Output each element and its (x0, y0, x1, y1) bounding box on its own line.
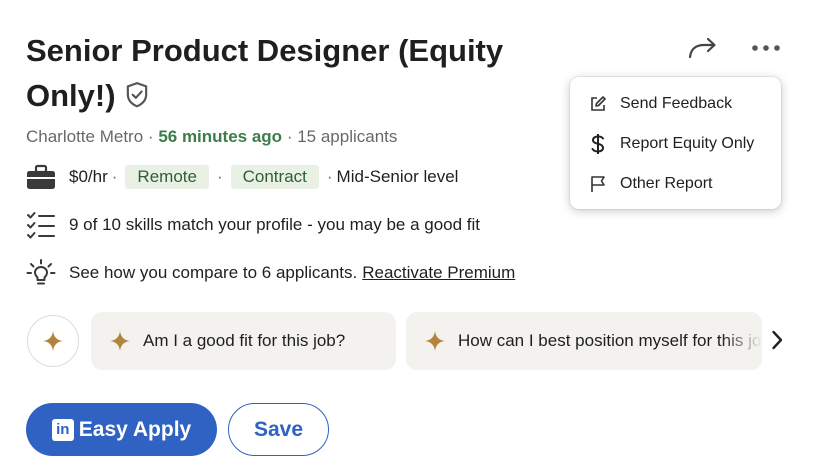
job-meta: Charlotte Metro · 56 minutes ago · 15 ap… (26, 126, 397, 148)
chip-fade-overlay (722, 312, 762, 370)
menu-item-report-equity-only[interactable]: Report Equity Only (570, 124, 781, 164)
applicant-count: 15 applicants (297, 127, 398, 146)
ai-prompt-chip[interactable]: Am I a good fit for this job? (91, 312, 396, 370)
more-horizontal-icon (752, 45, 780, 51)
menu-item-label: Send Feedback (620, 95, 733, 112)
separator-dot: · (286, 127, 293, 146)
share-button[interactable] (684, 32, 722, 64)
ai-prompt-label: How can I best position myself for this … (458, 331, 762, 350)
linkedin-logo-icon: in (51, 418, 74, 441)
skills-match-text: 9 of 10 skills match your profile - you … (69, 215, 481, 234)
job-title-text: Senior Product Designer (Equity Only!) (26, 33, 504, 113)
save-label: Save (253, 417, 304, 441)
posted-time: 56 minutes ago (158, 127, 283, 146)
separator-dot: · (111, 167, 118, 186)
easy-apply-label: Easy Apply (78, 417, 192, 441)
sparkle-icon (425, 331, 445, 351)
employment-type-badge: Contract (230, 165, 319, 189)
applicant-compare-row: See how you compare to 6 applicants. Rea… (26, 258, 515, 288)
share-icon (688, 37, 716, 59)
ai-prompt-label: Am I a good fit for this job? (143, 331, 346, 350)
skills-match-row: 9 of 10 skills match your profile - you … (26, 210, 480, 240)
briefcase-icon (26, 162, 56, 192)
separator-dot: · (216, 167, 223, 186)
job-insight-row: $0/hr · Remote · Contract · Mid-Senior l… (26, 162, 458, 192)
flag-icon (588, 174, 608, 194)
checklist-icon (26, 210, 56, 240)
seniority-level: Mid-Senior level (336, 167, 459, 186)
menu-item-send-feedback[interactable]: Send Feedback (570, 84, 781, 124)
verified-shield-icon (126, 82, 147, 108)
compare-text: See how you compare to 6 applicants. (69, 263, 358, 282)
ai-assistant-button[interactable] (27, 315, 79, 367)
sparkle-icon (110, 331, 130, 351)
save-button[interactable]: Save (228, 403, 329, 456)
job-location: Charlotte Metro (26, 127, 144, 146)
separator-dot: · (326, 167, 333, 186)
ai-prompt-chip[interactable]: How can I best position myself for this … (406, 312, 762, 370)
menu-item-label: Other Report (620, 175, 713, 192)
menu-item-other-report[interactable]: Other Report (570, 164, 781, 204)
options-dropdown-menu: Send Feedback Report Equity Only Other R… (570, 77, 781, 209)
easy-apply-button[interactable]: in Easy Apply (26, 403, 217, 456)
menu-item-label: Report Equity Only (620, 135, 755, 152)
chevron-right-icon (772, 330, 783, 350)
scroll-right-button[interactable] (766, 326, 788, 354)
workplace-type-badge: Remote (125, 165, 209, 189)
reactivate-premium-link[interactable]: Reactivate Premium (362, 263, 515, 283)
dollar-icon (588, 134, 608, 154)
more-options-button[interactable] (746, 32, 786, 64)
lightbulb-icon (26, 258, 56, 288)
separator-dot: · (147, 127, 154, 146)
job-title: Senior Product Designer (Equity Only!) (26, 28, 546, 118)
edit-icon (588, 94, 608, 114)
sparkle-icon (43, 331, 63, 351)
pay-rate: $0/hr (69, 167, 108, 186)
